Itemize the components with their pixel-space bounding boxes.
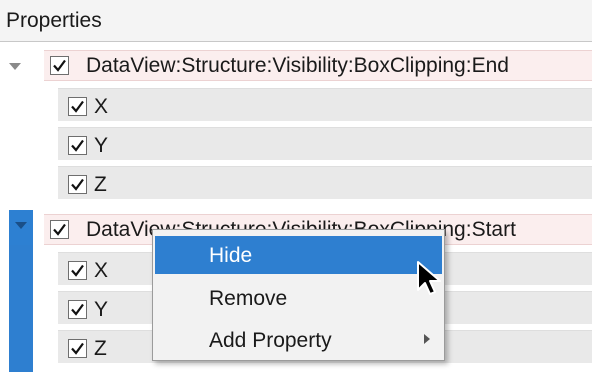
checkmark-icon	[71, 100, 84, 113]
checkmark-icon	[71, 264, 84, 277]
properties-title: Properties	[6, 9, 102, 32]
checkmark-icon	[53, 59, 66, 72]
child-checkbox[interactable]	[68, 339, 87, 358]
menu-item-remove[interactable]: Remove	[155, 279, 442, 317]
child-label: Z	[94, 173, 107, 196]
child-label: Z	[94, 337, 107, 360]
properties-header: Properties	[0, 0, 592, 42]
child-label: X	[94, 95, 109, 118]
checkmark-icon	[71, 139, 84, 152]
child-checkbox[interactable]	[68, 136, 87, 155]
group-checkbox[interactable]	[50, 56, 69, 75]
menu-item-label: Add Property	[209, 329, 332, 352]
child-label: Y	[94, 134, 109, 157]
child-checkbox[interactable]	[68, 97, 87, 116]
child-label: X	[94, 259, 109, 282]
child-checkbox[interactable]	[68, 175, 87, 194]
context-menu: Hide Remove Add Property	[152, 229, 445, 361]
mouse-pointer-icon	[415, 260, 447, 300]
child-row-band	[58, 127, 592, 160]
tree-child-row[interactable]: X	[0, 85, 592, 124]
checkmark-icon	[71, 303, 84, 316]
menu-item-label: Hide	[209, 244, 253, 267]
menu-item-label: Remove	[209, 287, 288, 310]
child-row-band	[58, 166, 592, 199]
checkmark-icon	[53, 223, 66, 236]
menu-item-hide[interactable]: Hide	[155, 236, 442, 274]
tree-child-row[interactable]: Y	[0, 124, 592, 163]
child-label: Y	[94, 298, 109, 321]
child-checkbox[interactable]	[68, 300, 87, 319]
chevron-right-icon	[424, 334, 430, 344]
group-checkbox[interactable]	[50, 220, 69, 239]
child-checkbox[interactable]	[68, 261, 87, 280]
group-label: DataView:Structure:Visibility:BoxClippin…	[86, 54, 509, 77]
checkmark-icon	[71, 178, 84, 191]
tree-group-row[interactable]: DataView:Structure:Visibility:BoxClippin…	[0, 46, 592, 85]
triangle-down-icon[interactable]	[8, 54, 38, 78]
menu-item-add-property[interactable]: Add Property	[155, 321, 442, 359]
child-row-band	[58, 88, 592, 121]
tree-child-row[interactable]: Z	[0, 163, 592, 202]
triangle-down-icon[interactable]	[9, 210, 33, 245]
properties-panel: Properties DataView:Structure:Visibility…	[0, 0, 592, 372]
checkmark-icon	[71, 342, 84, 355]
